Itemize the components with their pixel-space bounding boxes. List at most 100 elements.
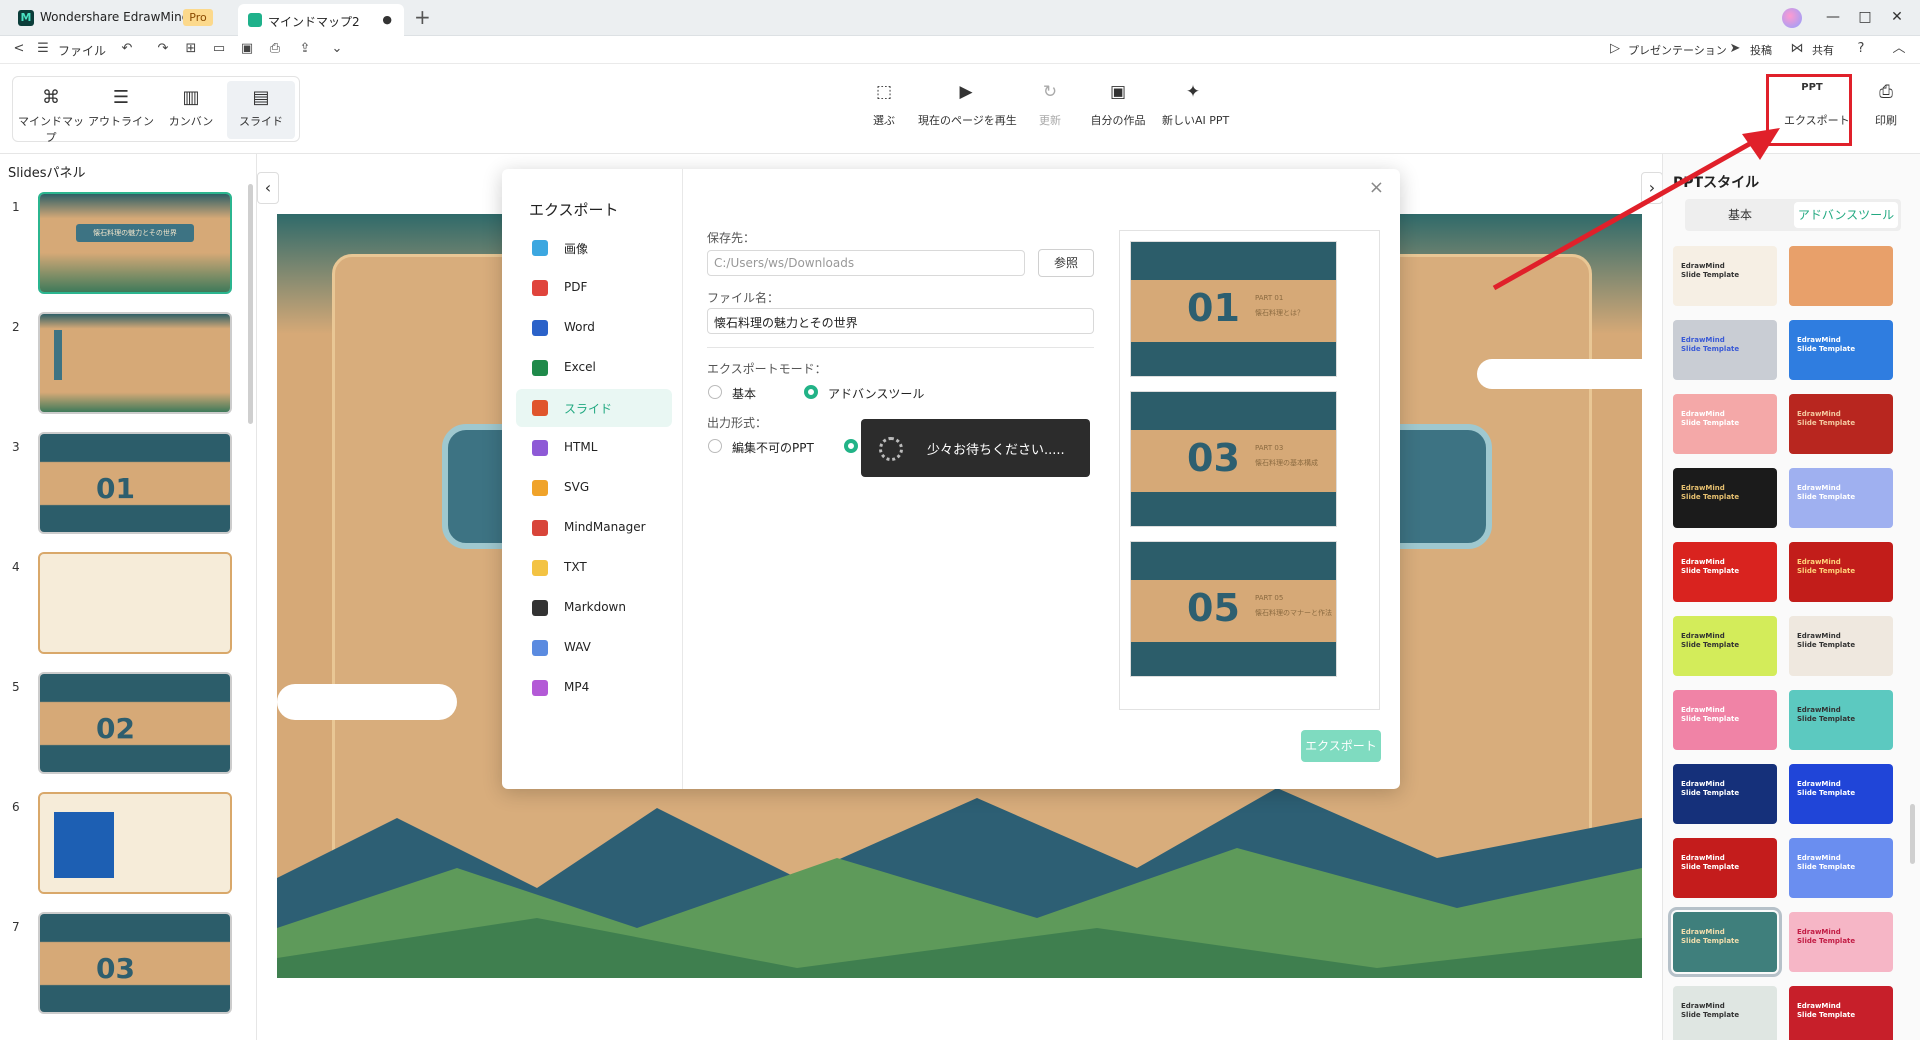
hamburger-icon[interactable]: ☰ [34,40,52,58]
mode-advanced-label[interactable]: アドバンスツール [828,385,924,402]
tab-advanced[interactable]: アドバンスツール [1794,202,1898,228]
slide-thumbnail[interactable]: 01 [38,432,232,534]
format-excel[interactable]: Excel [516,349,672,387]
format-mindmanager[interactable]: MindManager [516,509,672,547]
template-thumbnail[interactable]: EdrawMind Slide Template [1789,764,1893,824]
prev-slide-arrow[interactable]: ‹ [257,172,279,204]
format-mp4[interactable]: MP4 [516,669,672,707]
template-thumbnail[interactable]: EdrawMind Slide Template [1789,912,1893,972]
document-tab[interactable]: マインドマップ2 ● [238,4,404,36]
format-markdown[interactable]: Markdown [516,589,672,627]
share-menu[interactable]: 共有 [1812,42,1834,58]
output-editable-radio[interactable] [844,439,858,453]
export-submit-button[interactable]: エクスポート [1301,730,1381,762]
template-thumbnail[interactable]: EdrawMind Slide Template [1673,616,1777,676]
template-thumbnail[interactable]: EdrawMind Slide Template [1789,986,1893,1040]
slide-thumbnail[interactable]: 02 [38,672,232,774]
open-folder-icon[interactable]: ▭ [210,40,228,58]
minimize-button[interactable]: — [1820,6,1846,28]
tool-label: 選ぶ [873,114,895,127]
mode-basic-radio[interactable] [708,385,722,399]
unsaved-dot-icon[interactable]: ● [382,13,392,26]
template-thumbnail[interactable]: EdrawMind Slide Template [1673,320,1777,380]
template-thumbnail[interactable]: EdrawMind Slide Template [1789,616,1893,676]
template-thumbnail[interactable]: EdrawMind Slide Template [1789,542,1893,602]
slide-thumbnail[interactable]: 03 [38,912,232,1014]
preview-slide-top [1131,392,1336,430]
template-thumbnail[interactable]: EdrawMind Slide Template [1673,394,1777,454]
template-thumbnail[interactable]: EdrawMind Slide Template [1789,690,1893,750]
template-thumbnail[interactable]: EdrawMind Slide Template [1673,986,1777,1040]
user-avatar[interactable] [1782,8,1802,28]
pro-badge[interactable]: Pro [183,9,213,26]
format-label: HTML [564,440,598,454]
more-dropdown-icon[interactable]: ⌄ [328,40,346,58]
slides-panel-scrollbar[interactable] [248,184,253,424]
mode-kanban-button[interactable]: ▥ カンバン [157,81,225,139]
template-thumbnail[interactable]: EdrawMind Slide Template [1789,468,1893,528]
slide-thumbnail[interactable] [38,552,232,654]
browse-button[interactable]: 参照 [1038,249,1094,277]
mode-advanced-radio[interactable] [804,385,818,399]
format-wav[interactable]: WAV [516,629,672,667]
new-tab-button[interactable]: + [414,5,431,29]
share-icon[interactable]: ⋈ [1788,40,1806,58]
export-small-icon[interactable]: ⇪ [296,40,314,58]
close-window-button[interactable]: ✕ [1884,6,1910,28]
template-thumbnail[interactable]: EdrawMind Slide Template [1673,468,1777,528]
collapse-ribbon-icon[interactable]: ︿ [1890,40,1908,58]
slide-thumbnail-bg [40,674,230,772]
format-slide[interactable]: スライド [516,389,672,427]
template-thumbnail[interactable]: EdrawMind Slide Template [1673,690,1777,750]
save-path-input[interactable]: C:/Users/ws/Downloads [707,250,1025,276]
maximize-button[interactable]: □ [1852,6,1878,28]
slide-number: 1 [12,200,20,214]
post-icon[interactable]: ➤ [1726,40,1744,58]
template-thumbnail[interactable]: EdrawMind Slide Template [1673,542,1777,602]
new-ai-ppt-button[interactable]: ✦ 新しいAI PPT [1162,76,1229,138]
post-menu[interactable]: 投稿 [1750,42,1772,58]
presentation-icon[interactable]: ▷ [1606,40,1624,58]
mode-basic-label[interactable]: 基本 [732,385,756,402]
back-icon[interactable]: < [10,40,28,58]
file-menu[interactable]: ファイル [58,42,106,59]
template-thumbnail[interactable]: EdrawMind Slide Template [1789,838,1893,898]
template-thumbnail[interactable]: EdrawMind Slide Template [1668,907,1782,977]
format-pdf[interactable]: PDF [516,269,672,307]
template-thumbnail[interactable]: EdrawMind Slide Template [1789,394,1893,454]
format-label: TXT [564,560,587,574]
style-panel-scrollbar[interactable] [1910,804,1915,864]
select-button[interactable]: ⬚ 選ぶ [864,76,904,138]
template-thumbnail[interactable]: EdrawMind Slide Template [1673,838,1777,898]
presentation-menu[interactable]: プレゼンテーション [1628,42,1727,58]
title-bar: M Wondershare EdrawMind Pro マインドマップ2 ● +… [0,0,1920,36]
refresh-button[interactable]: ↻ 更新 [1030,76,1070,138]
format-word[interactable]: Word [516,309,672,347]
mode-slide-button[interactable]: ▤ スライド [227,81,295,139]
filename-input[interactable]: 懐石料理の魅力とその世界 [707,308,1094,334]
format-svg[interactable]: SVG [516,469,672,507]
new-file-icon[interactable]: ⊞ [182,40,200,58]
play-current-page-button[interactable]: ▶ 現在のページを再生 [918,76,1017,138]
save-icon[interactable]: ▣ [238,40,256,58]
mode-mindmap-button[interactable]: ⌘ マインドマップ [17,81,85,144]
template-thumbnail[interactable]: EdrawMind Slide Template [1789,320,1893,380]
mode-outline-button[interactable]: ☰ アウトライン [87,81,155,139]
output-noneditable-label[interactable]: 編集不可のPPT [732,439,814,456]
redo-icon[interactable]: ↷ [154,40,172,58]
slide-thumbnail[interactable]: 懐石料理の魅力とその世界 [38,192,232,294]
print-button[interactable]: ⎙ 印刷 [1866,76,1906,138]
slide-thumbnail[interactable] [38,792,232,894]
output-noneditable-radio[interactable] [708,439,722,453]
format-html[interactable]: HTML [516,429,672,467]
print-small-icon[interactable]: ⎙ [266,40,284,58]
template-thumbnail[interactable]: EdrawMind Slide Template [1673,764,1777,824]
my-works-button[interactable]: ▣ 自分の作品 [1090,76,1146,138]
slide-thumbnail[interactable] [38,312,232,414]
template-thumbnail[interactable] [1789,246,1893,306]
format-txt[interactable]: TXT [516,549,672,587]
format-image[interactable]: 画像 [516,229,672,267]
undo-icon[interactable]: ↶ [118,40,136,58]
close-icon[interactable]: × [1369,177,1384,198]
help-icon[interactable]: ? [1852,40,1870,58]
